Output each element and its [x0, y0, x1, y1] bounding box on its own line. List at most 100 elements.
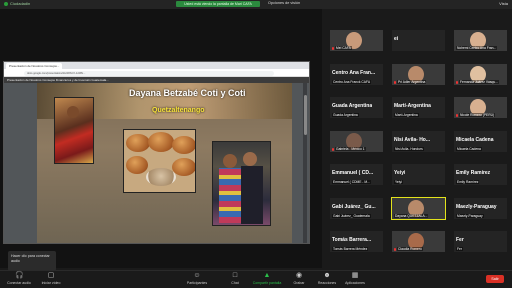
participant-name-label: Nicole Romero (PERÚ): [459, 113, 496, 117]
participant-name-label: Gabi Juárez_ Guatemala: [332, 213, 371, 218]
participant-display-name: Guada Argentina: [332, 103, 373, 109]
share-banner: Usted está viendo la pantalla de Mari CA…: [176, 1, 260, 7]
participant-name-label: Maezly-Paraguay: [456, 213, 484, 218]
couple-photo: [212, 141, 271, 226]
apps-button[interactable]: ▦ Aplicaciones: [338, 272, 372, 285]
participant-tile[interactable]: Maezly-Paraguay Maezly-Paraguay: [454, 197, 507, 219]
participant-name-label: Gabriela - México 1: [335, 146, 366, 151]
bread-and-coffee-photo: [123, 129, 196, 193]
record-icon: ◉: [295, 272, 303, 279]
shared-browser-window: Presentación de Nosotros Concejos... doc…: [3, 61, 310, 244]
participant-tile[interactable]: Guada Argentina Guada Argentina: [330, 97, 383, 118]
view-button[interactable]: Vista: [499, 1, 508, 6]
zoom-window: Ciudadadin Usted está viendo la pantalla…: [0, 0, 512, 288]
woman-traditional-dress-photo: [54, 97, 94, 164]
participant-name-label: Centro Ana Franck CAFA: [332, 79, 372, 84]
browser-address-bar: docs.google.com/presentation/d/e/2PACX-1…: [4, 69, 309, 77]
participant-name-label: Yeiyi: [394, 180, 403, 184]
participant-tile[interactable]: Dayana QUETZALA...: [391, 196, 446, 220]
security-shield-icon: [4, 1, 8, 6]
participant-display-name: Gabi Juárez_ Gu...: [332, 203, 376, 210]
start-video-button[interactable]: ▢ Iniciar vídeo: [34, 272, 68, 285]
participant-tile[interactable]: Emmanuel ( CD... Emmanuel ( CDME - M...: [330, 164, 383, 185]
connect-audio-popup[interactable]: Hacer clic para conectar audio: [8, 251, 56, 271]
participant-tile[interactable]: Gabi Juárez_ Gu... Gabi Juárez_ Guatemala: [330, 197, 383, 219]
participant-display-name: Martí-Argentina: [394, 103, 431, 109]
participant-name-label: Fernanda Juárez Vásqu...: [459, 79, 499, 84]
muted-mic-icon: [456, 114, 458, 117]
participant-tile[interactable]: Claudia Romero: [392, 231, 445, 252]
participants-button[interactable]: ☺ Participantes: [180, 272, 214, 285]
participant-tile[interactable]: Yeiyi Yeiyi: [392, 164, 445, 185]
top-bar: Ciudadadin Usted está viendo la pantalla…: [0, 0, 512, 9]
participant-name-label: Emmanuel ( CDME - M...: [332, 180, 371, 184]
popup-text: Hacer clic para conectar audio: [11, 254, 50, 263]
participant-name-label: Guada Argentina: [332, 113, 359, 117]
participant-name-label: Nisi Avila- Hondurs: [394, 146, 424, 151]
participant-display-name: Yeiyi: [394, 170, 406, 176]
presentation-viewer: Dayana Betzabé Coti y Coti Quetzaltenang…: [4, 83, 309, 243]
participant-name-label: Claudia Romero: [397, 247, 423, 251]
apps-icon: ▦: [351, 272, 359, 279]
participant-display-name: Fer: [456, 237, 464, 243]
participant-tile[interactable]: Fernanda Juárez Vásqu...: [454, 63, 507, 85]
app-name: Ciudadadin: [10, 1, 31, 6]
muted-mic-icon: [332, 147, 334, 151]
participant-tile[interactable]: Centro Ana Fran... Centro Ana Franck CAFA: [330, 63, 383, 85]
participant-name-label: Tomás Barrera Méndez: [332, 247, 369, 251]
participant-tile[interactable]: ei: [392, 30, 445, 51]
shared-screen: Presentación de Nosotros Concejos... doc…: [0, 9, 322, 271]
muted-mic-icon: [456, 80, 458, 84]
participant-name-label: Mel CAFA: [335, 46, 352, 50]
participant-display-name: Centro Ana Fran...: [332, 69, 376, 76]
participant-name-label: Micaela Cadena: [456, 146, 482, 151]
participant-name-label: Emily Ramírez: [456, 180, 480, 184]
participant-tile[interactable]: Nicole Romero (PERÚ): [454, 97, 507, 118]
participant-tile[interactable]: Emily Ramírez Emily Ramírez: [454, 164, 507, 185]
reactions-icon: ☻: [323, 272, 331, 279]
participant-tile[interactable]: Tomás Barrera... Tomás Barrera Méndez: [330, 231, 383, 252]
participant-name-label: Fer: [456, 247, 463, 251]
participant-display-name: Emily Ramírez: [456, 170, 491, 176]
participant-name-label: Dayana QUETZALA...: [394, 213, 429, 218]
participant-tile[interactable]: Martí-Argentina Martí-Argentina: [392, 97, 445, 118]
video-camera-off-icon: ▢: [47, 272, 55, 279]
participant-name-label: Martí-Argentina: [394, 113, 419, 117]
url-field[interactable]: docs.google.com/presentation/d/e/2PACX-1…: [24, 70, 274, 76]
participant-name-label: Nohemi Centro Ana Fran...: [456, 46, 498, 50]
view-options-menu[interactable]: Opciones de visión: [268, 1, 300, 5]
slide-title: Dayana Betzabé Coti y Coti: [129, 88, 246, 98]
chat-icon: □: [232, 272, 238, 279]
participant-tile[interactable]: Pri Adler Argentina: [392, 63, 445, 85]
participant-gallery: Mel CAFA ei Nohemi Centro Ana Fran... Centr…: [330, 30, 508, 266]
participant-display-name: Micaela Cadena: [456, 136, 494, 143]
meeting-toolbar: 🎧 Conectar audio ▢ Iniciar vídeo ☺ Parti…: [0, 270, 512, 288]
muted-mic-icon: [394, 248, 396, 251]
share-screen-icon: ▲: [263, 272, 271, 279]
participant-tile[interactable]: Mel CAFA: [330, 30, 383, 51]
participant-tile[interactable]: Nohemi Centro Ana Fran...: [454, 30, 507, 51]
slide-city: Quetzaltenango: [152, 107, 205, 114]
chat-button[interactable]: □ Chat: [218, 272, 252, 285]
leave-button[interactable]: Salir: [486, 275, 504, 283]
muted-mic-icon: [332, 47, 334, 50]
app-indicator[interactable]: Ciudadadin: [4, 1, 30, 6]
slide: Dayana Betzabé Coti y Coti Quetzaltenang…: [37, 83, 292, 243]
participant-display-name: Nisi Avila- Ho...: [394, 136, 431, 143]
muted-mic-icon: [394, 80, 396, 84]
participant-display-name: Maezly-Paraguay: [456, 203, 497, 210]
participant-name-label: Pri Adler Argentina: [397, 79, 427, 84]
participant-tile[interactable]: Micaela Cadena Micaela Cadena: [454, 130, 507, 152]
participant-tile[interactable]: Gabriela - México 1: [330, 130, 383, 152]
connect-audio-button[interactable]: 🎧 Conectar audio: [2, 272, 36, 285]
participant-display-name: Emmanuel ( CD...: [332, 170, 374, 176]
participant-display-name: ei: [394, 36, 399, 42]
participants-icon: ☺: [193, 272, 201, 279]
headphones-icon: 🎧: [15, 272, 24, 279]
browser-tab-bar: Presentación de Nosotros Concejos...: [4, 62, 309, 69]
share-screen-button[interactable]: ▲ Compartir pantalla: [250, 272, 284, 285]
participant-display-name: Tomás Barrera...: [332, 237, 372, 243]
participant-tile[interactable]: Nisi Avila- Ho... Nisi Avila- Hondurs: [392, 130, 445, 152]
viewer-scrollbar[interactable]: [303, 83, 307, 243]
participant-tile[interactable]: Fer Fer: [454, 231, 507, 252]
